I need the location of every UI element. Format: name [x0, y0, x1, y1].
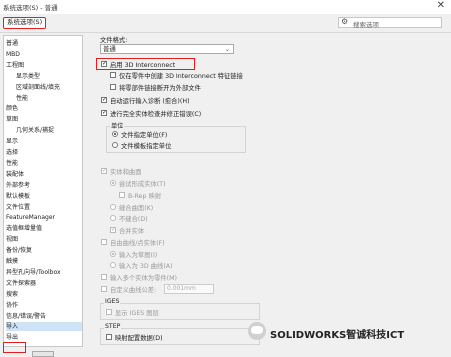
tree-item[interactable]: 文件位置: [6, 203, 82, 212]
import-multiple-bodies-label: 输入多个实体为零件(M): [110, 275, 178, 282]
help-button[interactable]: [32, 351, 54, 357]
no-knit-label: 不缝合(D): [119, 216, 148, 223]
unit-template-label: 文件模板指定单位: [121, 143, 172, 150]
tree-item[interactable]: 视图: [6, 235, 82, 244]
no-knit-radio[interactable]: [110, 215, 116, 221]
import-item-highlight: [3, 342, 26, 353]
gear-icon[interactable]: ⚙: [341, 17, 348, 26]
free-curves-label: 自由曲线/点实体(F): [110, 240, 165, 247]
tree-item[interactable]: 区域剖面线/填充: [16, 83, 82, 92]
custom-tolerance-label: 自定义曲线公差:: [110, 287, 157, 294]
tree-item[interactable]: 触摸: [6, 257, 82, 266]
solids-surfaces-label: 实体和曲面: [110, 169, 142, 176]
tree-item[interactable]: FeatureManager: [6, 213, 82, 222]
custom-tolerance-checkbox[interactable]: [101, 286, 107, 292]
tree-item[interactable]: 选择: [6, 148, 82, 157]
tab-system-options[interactable]: 系统选项(S): [3, 17, 46, 29]
tree-item[interactable]: 导入: [6, 322, 82, 332]
search-box[interactable]: ⚙ 搜索选项: [338, 17, 442, 29]
file-format-select[interactable]: 普通 ⌄: [100, 44, 234, 54]
tree-item[interactable]: 搜索: [6, 290, 82, 299]
map-config-data-label: 映射配置数据(D): [115, 335, 163, 342]
brep-mapping-label: B-Rep 映射: [128, 193, 162, 200]
tree-item[interactable]: 导出: [6, 333, 82, 342]
tree-item[interactable]: 几何关系/捕捉: [16, 126, 82, 135]
tree-item[interactable]: 装配体: [6, 170, 82, 179]
wechat-icon: [248, 322, 266, 340]
window-titlebar: 系统选项(S) - 普通 ✕: [0, 0, 451, 14]
tree-item[interactable]: 性能: [16, 94, 82, 103]
tree-item[interactable]: 选值框增量值: [6, 224, 82, 233]
watermark-text: SOLIDWORKS智诚科技ICT: [270, 330, 405, 341]
unit-file-label: 文件指定单位(F): [121, 132, 168, 139]
auto-run-diag-label: 自动运行输入诊断 (愈合)(H): [110, 98, 190, 105]
tree-item[interactable]: 草图: [6, 115, 82, 124]
import-as-3d-curve-label: 输入为 3D 曲线(A): [119, 263, 173, 270]
unit-template-radio[interactable]: [112, 142, 118, 148]
tree-item[interactable]: 文件探索器: [6, 279, 82, 288]
close-icon[interactable]: ✕: [437, 0, 445, 11]
tolerance-input[interactable]: 0.001mm: [164, 284, 214, 294]
full-check-label: 进行完全实体检查并修正错误(C): [110, 111, 202, 118]
tree-item[interactable]: 普通: [6, 39, 82, 48]
unit-file-radio[interactable]: [112, 131, 118, 137]
import-as-sketch-radio[interactable]: [110, 251, 116, 257]
show-iges-levels-label: 显示 IGES 图层: [115, 310, 159, 317]
import-as-3d-curve-radio[interactable]: [110, 262, 116, 268]
tree-item[interactable]: 异型孔向导/Toolbox: [6, 268, 82, 277]
options-tree[interactable]: 普通 MBD 工程图 显示类型 区域剖面线/填充 性能 颜色 草图 几何关系/捕捉 显示 选择 性能装…: [3, 35, 83, 353]
tree-item[interactable]: 信息/错误/警告: [6, 312, 82, 321]
solids-surfaces-checkbox[interactable]: ✓: [101, 168, 107, 174]
break-link-external-label: 将零部件链接断开为外部文件: [119, 85, 201, 92]
break-link-external-checkbox[interactable]: [110, 84, 116, 90]
iges-group-title: IGES: [104, 298, 121, 305]
tree-item[interactable]: 默认模板: [6, 192, 82, 201]
chevron-down-icon: ⌄: [224, 45, 230, 53]
merge-entities-label: 合并实体: [119, 228, 145, 235]
tab-row: 系统选项(S) ⚙ 搜索选项: [0, 14, 451, 33]
enable-3di-label: 启用 3D Interconnect: [110, 62, 176, 69]
tree-item[interactable]: 协作: [6, 301, 82, 310]
only-create-in-part-checkbox[interactable]: [110, 72, 116, 78]
tree-item[interactable]: 外部参考: [6, 181, 82, 190]
tree-item[interactable]: MBD: [6, 50, 82, 59]
tree-item[interactable]: 显示类型: [16, 72, 82, 81]
full-check-checkbox[interactable]: ✓: [101, 110, 107, 116]
tree-item[interactable]: 备份/恢复: [6, 246, 82, 255]
knit-surfaces-label: 缝合曲面(K): [119, 205, 154, 212]
only-create-in-part-label: 仅在零件中创建 3D Interconnect 特征链接: [119, 73, 243, 80]
brep-mapping-checkbox[interactable]: [119, 192, 125, 198]
merge-entities-checkbox[interactable]: ✓: [110, 227, 116, 233]
import-multiple-bodies-checkbox[interactable]: [101, 274, 107, 280]
tree-item[interactable]: 性能: [6, 159, 82, 168]
import-as-sketch-label: 输入为草图(I): [119, 252, 158, 259]
show-iges-levels-checkbox[interactable]: [106, 309, 112, 315]
knit-surfaces-radio[interactable]: [110, 204, 116, 210]
search-placeholder: 搜索选项: [353, 21, 379, 29]
free-curves-checkbox[interactable]: [101, 239, 107, 245]
file-format-value: 普通: [103, 45, 116, 53]
file-format-label: 文件格式:: [100, 37, 128, 44]
enable-3di-checkbox[interactable]: ✓: [101, 61, 107, 67]
try-form-solid-label: 尝试形成实体(T): [119, 181, 166, 188]
step-group-title: STEP: [104, 323, 122, 330]
auto-run-diag-checkbox[interactable]: ✓: [101, 97, 107, 103]
tolerance-value: 0.001mm: [167, 285, 196, 292]
tree-item[interactable]: 显示: [6, 137, 82, 146]
tree-item[interactable]: 工程图: [6, 61, 82, 70]
try-form-solid-radio[interactable]: [110, 180, 116, 186]
map-config-data-checkbox[interactable]: [106, 334, 112, 340]
tree-item[interactable]: 颜色: [6, 104, 82, 113]
window-title: 系统选项(S) - 普通: [3, 4, 58, 12]
units-group-title: 单位: [110, 121, 125, 130]
